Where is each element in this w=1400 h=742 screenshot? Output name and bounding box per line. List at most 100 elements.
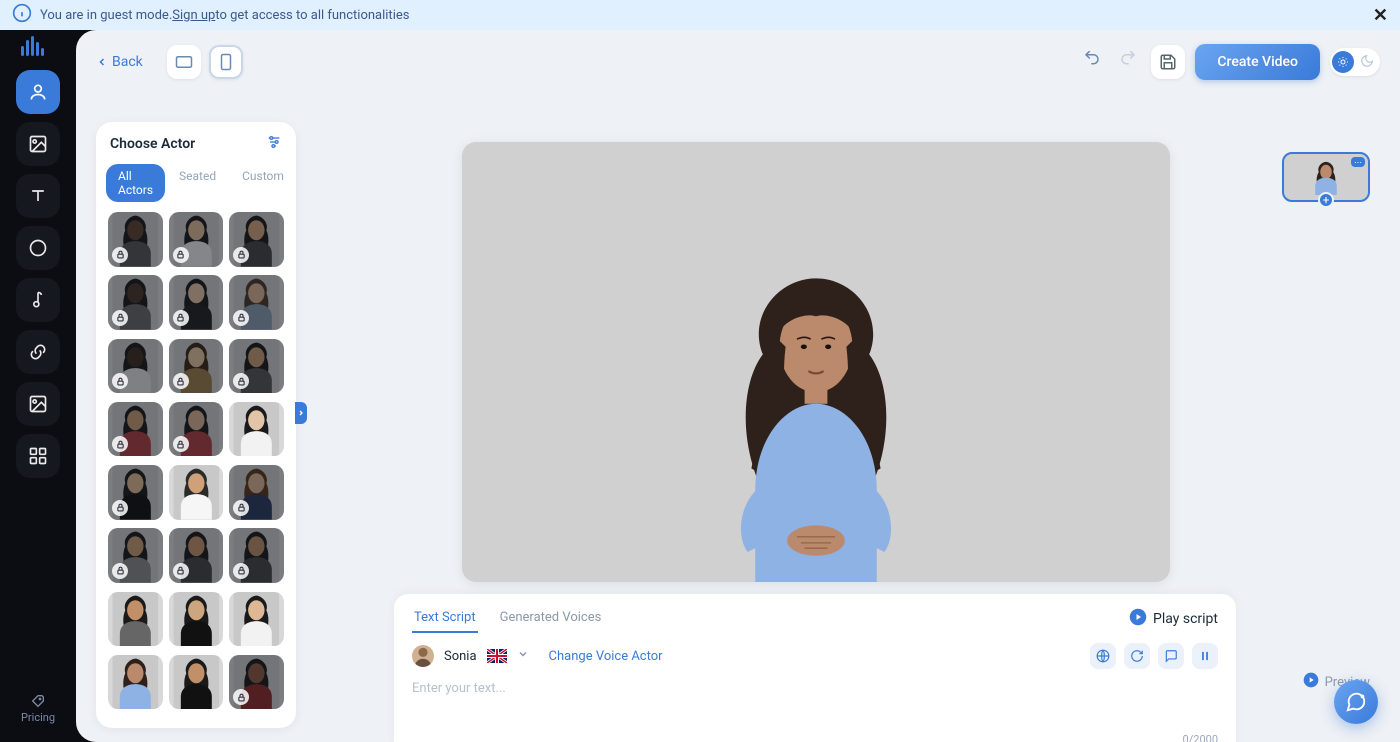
actor-card[interactable] [108,465,163,520]
actor-card[interactable] [229,465,284,520]
nav-actor-icon[interactable] [16,70,60,114]
orientation-landscape-button[interactable] [167,45,201,79]
actor-card[interactable] [169,275,224,330]
actor-card[interactable] [169,402,224,457]
actor-card[interactable] [108,339,163,394]
actor-card[interactable] [229,275,284,330]
left-nav-rail: Pricing [0,30,76,742]
actor-card[interactable] [108,528,163,583]
create-video-button[interactable]: Create Video [1195,44,1320,80]
nav-apps-icon[interactable] [16,434,60,478]
chat-tool-icon[interactable] [1158,643,1184,669]
actor-card[interactable] [169,592,224,647]
nav-shape-icon[interactable] [16,226,60,270]
lock-icon [233,373,249,389]
theme-toggle[interactable] [1330,48,1380,76]
actor-card[interactable] [169,655,224,710]
filter-icon[interactable] [266,134,282,154]
lock-icon [173,373,189,389]
lock-icon [233,310,249,326]
video-canvas[interactable] [462,142,1170,582]
nav-media-icon[interactable] [16,382,60,426]
globe-tool-icon[interactable] [1090,643,1116,669]
nav-link-icon[interactable] [16,330,60,374]
lock-icon [233,689,249,705]
banner-text-suffix: to get access to all functionalities [215,8,409,23]
char-counter: 0/2000 [412,733,1218,742]
play-icon [1303,672,1319,692]
actor-card[interactable] [108,402,163,457]
actor-card[interactable] [169,339,224,394]
play-script-button[interactable]: Play script [1129,608,1218,630]
scene-thumbnail[interactable]: ⋯ + [1282,152,1370,202]
lock-icon [233,500,249,516]
scene-menu-icon[interactable]: ⋯ [1351,157,1365,167]
sync-tool-icon[interactable] [1124,643,1150,669]
canvas-area [462,142,1170,582]
panel-collapse-icon[interactable] [295,402,307,424]
lock-icon [112,247,128,263]
actor-card[interactable] [229,592,284,647]
voice-dropdown-icon[interactable] [517,648,529,664]
pause-tool-icon[interactable] [1192,643,1218,669]
topbar: Back Create Video [76,30,1400,94]
redo-icon[interactable] [1115,47,1141,77]
actor-card[interactable] [229,528,284,583]
actor-card[interactable] [229,339,284,394]
app-logo [21,36,55,56]
chat-fab[interactable] [1334,680,1378,724]
lock-icon [112,310,128,326]
undo-icon[interactable] [1079,47,1105,77]
nav-image-icon[interactable] [16,122,60,166]
actor-card[interactable] [229,655,284,710]
actor-card[interactable] [108,212,163,267]
main-surface: Back Create Video [76,30,1400,742]
actor-card[interactable] [108,655,163,710]
actor-tab-all-actors[interactable]: All Actors [106,164,165,202]
lock-icon [173,247,189,263]
sun-icon [1332,51,1354,73]
nav-music-icon[interactable] [16,278,60,322]
actor-card[interactable] [108,275,163,330]
change-voice-link[interactable]: Change Voice Actor [549,649,663,664]
lock-icon [173,436,189,452]
lock-icon [112,373,128,389]
actor-card[interactable] [229,402,284,457]
voice-name: Sonia [444,649,477,664]
actor-card[interactable] [108,592,163,647]
actor-card[interactable] [169,465,224,520]
actor-tab-seated[interactable]: Seated [167,164,228,202]
scene-list: ⋯ + [1282,152,1372,202]
banner-text-prefix: You are in guest mode. [40,8,172,23]
uk-flag-icon [487,649,507,663]
lock-icon [173,563,189,579]
close-icon[interactable]: ✕ [1373,5,1388,26]
actor-grid[interactable] [104,212,288,716]
actor-card[interactable] [169,212,224,267]
nav-text-icon[interactable] [16,174,60,218]
lock-icon [112,563,128,579]
orientation-portrait-button[interactable] [209,45,243,79]
script-tab-text-script[interactable]: Text Script [412,604,478,633]
voice-row: Sonia Change Voice Actor [412,643,1218,669]
lock-icon [233,563,249,579]
script-input[interactable] [412,681,1218,733]
back-button[interactable]: Back [96,54,143,70]
save-button[interactable] [1151,45,1185,79]
pricing-link[interactable]: Pricing [21,693,55,724]
lock-icon [112,436,128,452]
script-tabs: Text Script Generated Voices [412,604,603,633]
script-tab-generated-voices[interactable]: Generated Voices [498,604,604,633]
actor-tab-custom[interactable]: Custom [230,164,296,202]
moon-icon [1360,53,1374,72]
actor-card[interactable] [169,528,224,583]
play-icon [1129,608,1147,630]
add-scene-button[interactable]: + [1318,192,1334,208]
signup-link[interactable]: Sign up [172,8,215,23]
lock-icon [112,500,128,516]
guest-banner: You are in guest mode. Sign up to get ac… [0,0,1400,30]
actor-tabs: All ActorsSeatedCustom [104,164,288,202]
actor-card[interactable] [229,212,284,267]
voice-avatar [412,645,434,667]
lock-icon [233,247,249,263]
